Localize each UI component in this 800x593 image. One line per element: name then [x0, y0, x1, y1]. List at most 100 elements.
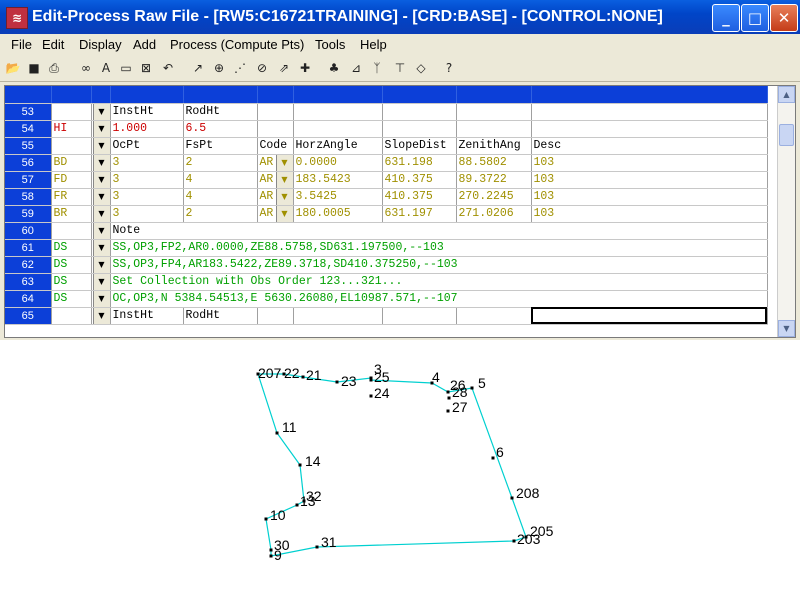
cell[interactable] [456, 307, 532, 325]
point-marker[interactable] [295, 503, 299, 507]
cell[interactable]: AR ▼ [257, 188, 294, 206]
record-type-dropdown[interactable]: ▼ [91, 273, 111, 291]
chevron-down-icon[interactable]: ▼ [275, 171, 292, 187]
record-type-cell[interactable]: BD [51, 154, 92, 172]
cell[interactable] [293, 103, 383, 121]
table-row[interactable]: 59 BR ▼ 3 2 AR ▼ 180.0005 631.197 271.0206 103 [5, 205, 768, 223]
record-type-dropdown[interactable]: ▼ [91, 103, 111, 121]
cell[interactable]: 103 [531, 205, 768, 223]
menu-add[interactable]: Add [133, 37, 156, 52]
cell[interactable]: 631.198 [382, 154, 457, 172]
new-record-icon[interactable]: ▭ [118, 60, 134, 76]
cell[interactable]: OcPt [110, 137, 184, 155]
cell[interactable] [382, 307, 457, 325]
record-type-cell[interactable]: DS [51, 239, 92, 257]
record-type-cell[interactable]: DS [51, 290, 92, 308]
cell[interactable]: Note [110, 222, 768, 240]
cell[interactable]: 410.375 [382, 171, 457, 189]
record-type-dropdown[interactable]: ▼ [91, 188, 111, 206]
chevron-down-icon[interactable]: ▼ [275, 205, 292, 221]
save-icon[interactable]: ■ [26, 60, 42, 76]
cell[interactable]: 1.000 [110, 120, 184, 138]
cell[interactable]: 2 [183, 154, 258, 172]
font-icon[interactable]: A [98, 60, 114, 76]
table-row[interactable]: 63 DS ▼ Set Collection with Obs Order 123..… [5, 273, 768, 291]
record-type-dropdown[interactable]: ▼ [91, 171, 111, 189]
cell[interactable]: RodHt [183, 103, 258, 121]
cell[interactable]: Set Collection with Obs Order 123...321.… [110, 273, 768, 291]
cell[interactable]: 3 [110, 188, 184, 206]
cell[interactable]: 4 [183, 188, 258, 206]
chevron-down-icon[interactable]: ▼ [275, 154, 292, 170]
record-type-dropdown[interactable]: ▼ [91, 120, 111, 138]
chevron-down-icon[interactable]: ▼ [92, 188, 109, 204]
table-row[interactable]: 57 FD ▼ 3 4 AR ▼ 183.5423 410.375 89.3722 103 [5, 171, 768, 189]
table-row[interactable]: 61 DS ▼ SS,OP3,FP2,AR0.0000,ZE88.5758,SD631… [5, 239, 768, 257]
row-number[interactable]: 56 [5, 154, 52, 172]
cell[interactable]: 3.5425 [293, 188, 383, 206]
point-plot-canvas[interactable]: 207 22 21 23 3 25 24 4 26 5 28 27 11 6 14 208 32 13 10 205 2… [0, 340, 800, 593]
cell[interactable]: 103 [531, 154, 768, 172]
cell[interactable]: 631.197 [382, 205, 457, 223]
cell[interactable] [456, 103, 532, 121]
cell[interactable]: 183.5423 [293, 171, 383, 189]
chevron-down-icon[interactable]: ▼ [92, 154, 109, 170]
record-type-cell[interactable]: FR [51, 188, 92, 206]
graph-icon[interactable]: ⊿ [348, 60, 364, 76]
row-number[interactable]: 57 [5, 171, 52, 189]
point-marker[interactable] [491, 456, 495, 460]
cell[interactable]: AR ▼ [257, 171, 294, 189]
menu-process[interactable]: Process (Compute Pts) [170, 37, 304, 52]
cell[interactable]: 0.0000 [293, 154, 383, 172]
cell[interactable]: 103 [531, 171, 768, 189]
cell[interactable]: Code [257, 137, 294, 155]
record-type-cell[interactable]: DS [51, 273, 92, 291]
record-type-dropdown[interactable]: ▼ [91, 256, 111, 274]
scroll-down-button[interactable]: ▼ [778, 320, 795, 337]
point-marker[interactable] [264, 517, 268, 521]
binoculars-icon[interactable]: ∞ [78, 60, 94, 76]
chevron-down-icon[interactable]: ▼ [92, 273, 109, 289]
cell[interactable]: SlopeDist [382, 137, 457, 155]
cell[interactable] [257, 103, 294, 121]
minimize-button[interactable]: _ [712, 4, 740, 32]
cell[interactable]: HorzAngle [293, 137, 383, 155]
chevron-down-icon[interactable]: ▼ [92, 120, 109, 136]
menu-tools[interactable]: Tools [315, 37, 345, 52]
app-icon[interactable]: ≋ [6, 7, 28, 29]
point-marker[interactable] [470, 386, 474, 390]
menu-edit[interactable]: Edit [42, 37, 64, 52]
person-icon[interactable]: ᛉ [369, 60, 385, 76]
row-number[interactable]: 59 [5, 205, 52, 223]
cell[interactable] [382, 120, 457, 138]
record-type-dropdown[interactable]: ▼ [91, 137, 111, 155]
point-marker[interactable] [298, 463, 302, 467]
point-marker[interactable] [335, 380, 339, 384]
record-type-cell[interactable] [51, 307, 92, 325]
notes-icon[interactable]: ◇ [413, 60, 429, 76]
cell[interactable] [531, 120, 768, 138]
cell[interactable]: RodHt [183, 307, 258, 325]
row-number[interactable]: 60 [5, 222, 52, 240]
cell[interactable]: FsPt [183, 137, 258, 155]
chevron-down-icon[interactable]: ▼ [92, 239, 109, 255]
grid-vertical-scrollbar[interactable]: ▲ ▼ [777, 86, 795, 337]
point-marker[interactable] [269, 548, 273, 552]
record-type-cell[interactable] [51, 103, 92, 121]
maximize-button[interactable]: □ [741, 4, 769, 32]
table-row[interactable]: 55 ▼ OcPt FsPt Code HorzAngle SlopeDist ZenithA… [5, 137, 768, 155]
table-row[interactable]: 64 DS ▼ OC,OP3,N 5384.54513,E 5630.26080,EL… [5, 290, 768, 308]
cell[interactable] [293, 307, 383, 325]
row-number[interactable]: 62 [5, 256, 52, 274]
open-folder-icon[interactable]: 📂 [5, 60, 21, 76]
cell[interactable]: OC,OP3,N 5384.54513,E 5630.26080,EL10987… [110, 290, 768, 308]
cell[interactable]: SS,OP3,FP4,AR183.5422,ZE89.3718,SD410.37… [110, 256, 768, 274]
record-type-dropdown[interactable]: ▼ [91, 205, 111, 223]
point-marker[interactable] [510, 496, 514, 500]
cell[interactable]: 88.5802 [456, 154, 532, 172]
cell[interactable] [257, 307, 294, 325]
cell[interactable]: 271.0206 [456, 205, 532, 223]
cell[interactable]: 180.0005 [293, 205, 383, 223]
chevron-down-icon[interactable]: ▼ [275, 188, 292, 204]
row-number[interactable]: 53 [5, 103, 52, 121]
